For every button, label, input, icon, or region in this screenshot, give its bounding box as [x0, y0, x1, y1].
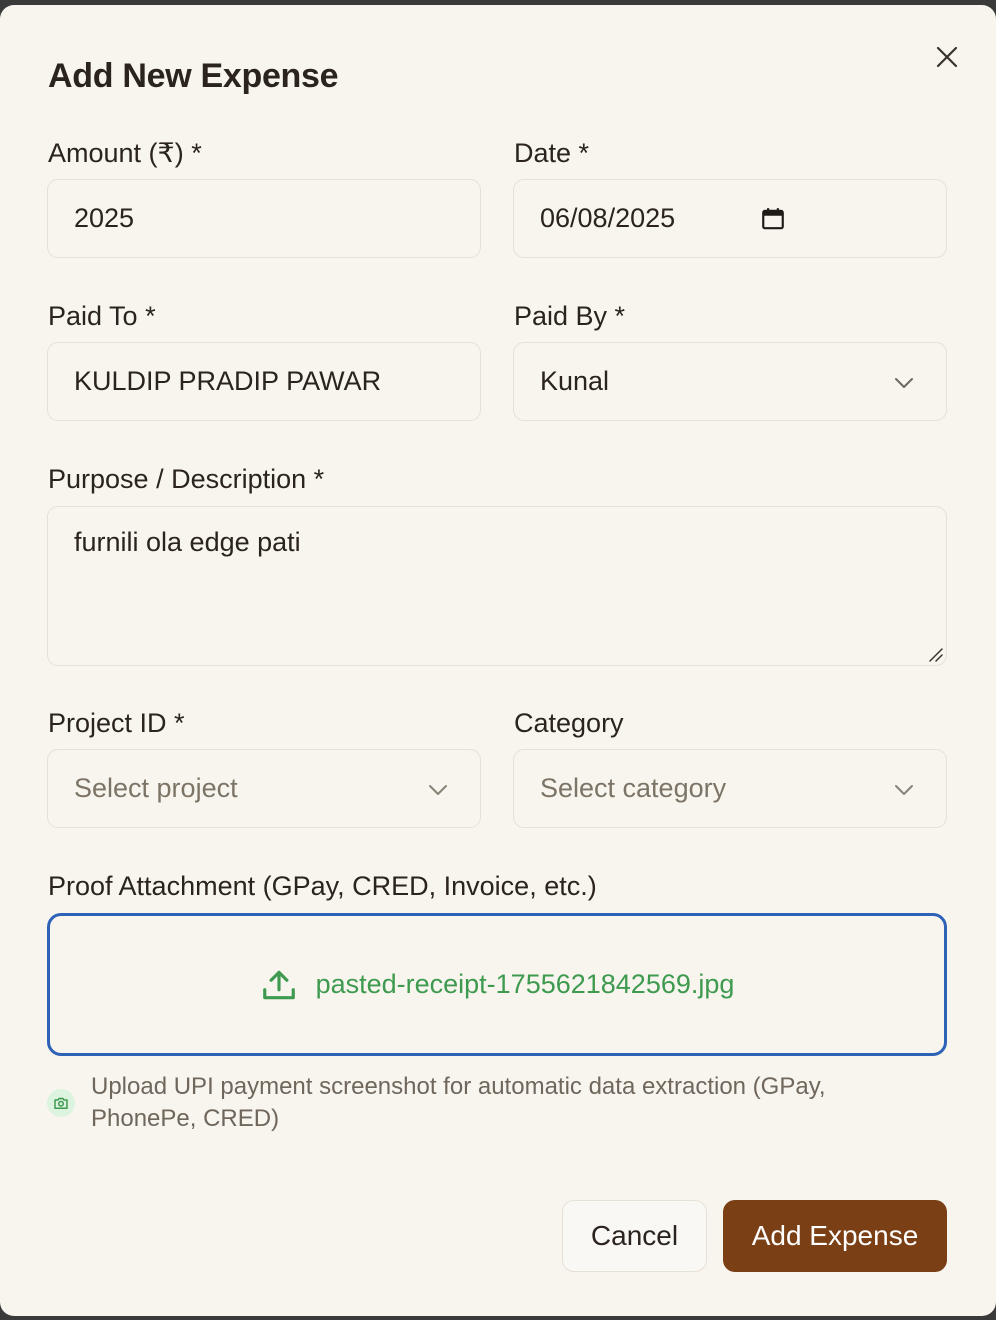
dialog-title: Add New Expense — [48, 57, 339, 95]
project-label: Project ID * — [48, 708, 185, 738]
paid-to-value: KULDIP PRADIP PAWAR — [74, 366, 382, 396]
paid-by-value: Kunal — [540, 366, 610, 396]
purpose-value: furnili ola edge pati — [74, 527, 301, 557]
close-icon — [936, 46, 958, 68]
chevron-down-icon — [429, 785, 447, 795]
paid-by-select[interactable]: Kunal — [513, 342, 947, 421]
category-label: Category — [514, 708, 624, 738]
camera-icon — [47, 1089, 75, 1117]
date-value: 06/08/2025 — [540, 203, 676, 233]
amount-value: 2025 — [74, 203, 135, 233]
calendar-icon[interactable] — [760, 206, 786, 232]
amount-label: Amount (₹) * — [48, 138, 202, 168]
project-placeholder: Select project — [74, 773, 238, 803]
amount-input[interactable]: 2025 — [47, 179, 481, 258]
cancel-button[interactable]: Cancel — [562, 1200, 707, 1272]
close-button[interactable] — [930, 40, 964, 74]
resize-handle-icon[interactable] — [926, 645, 944, 663]
purpose-textarea[interactable]: furnili ola edge pati — [47, 506, 947, 666]
date-input[interactable]: 06/08/2025 — [513, 179, 947, 258]
purpose-label: Purpose / Description * — [48, 464, 325, 494]
chevron-down-icon — [895, 378, 913, 388]
paid-by-label: Paid By * — [514, 301, 626, 331]
add-expense-dialog: Add New Expense Amount (₹) * 2025 Date *… — [0, 5, 996, 1316]
chevron-down-icon — [895, 785, 913, 795]
add-expense-button[interactable]: Add Expense — [723, 1200, 947, 1272]
paid-to-input[interactable]: KULDIP PRADIP PAWAR — [47, 342, 481, 421]
attachment-dropzone[interactable]: pasted-receipt-1755621842569.jpg — [47, 913, 947, 1056]
attachment-label: Proof Attachment (GPay, CRED, Invoice, e… — [48, 871, 597, 901]
project-select[interactable]: Select project — [47, 749, 481, 828]
date-label: Date * — [514, 138, 590, 168]
attachment-file-name: pasted-receipt-1755621842569.jpg — [315, 969, 735, 999]
upload-icon — [262, 970, 295, 999]
paid-to-label: Paid To * — [48, 301, 156, 331]
attachment-hint: Upload UPI payment screenshot for automa… — [91, 1073, 826, 1132]
category-placeholder: Select category — [540, 773, 727, 803]
category-select[interactable]: Select category — [513, 749, 947, 828]
